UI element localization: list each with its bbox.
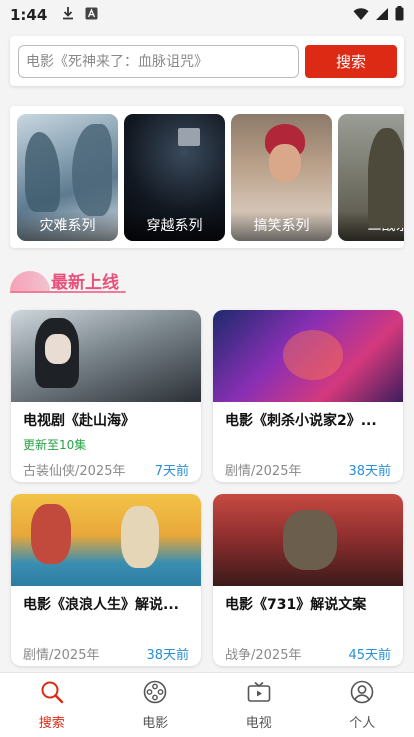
search-input[interactable]: [18, 45, 299, 78]
card-genre-year: 剧情/2025年: [225, 464, 302, 479]
nav-label: 搜索: [38, 715, 65, 731]
category-time-travel[interactable]: 穿越系列: [124, 114, 225, 241]
status-bar: 1:44: [0, 0, 414, 30]
nav-search[interactable]: 搜索: [0, 673, 104, 737]
card-genre-year: 战争/2025年: [225, 648, 302, 663]
category-label: 搞笑系列: [253, 218, 310, 234]
card-title: 电影《浪浪人生》解说...: [23, 597, 179, 613]
status-time: 1:44: [10, 6, 48, 24]
search-icon: [40, 680, 64, 708]
card-thumbnail: [11, 310, 201, 402]
card-thumbnail: [213, 310, 403, 402]
film-reel-icon: [143, 680, 167, 708]
card-thumbnail: [213, 494, 403, 586]
person-icon: [350, 680, 374, 708]
category-label: 二战系: [367, 218, 405, 234]
card-thumbnail: [11, 494, 201, 586]
nav-label: 电影: [142, 715, 169, 731]
card-time-ago: 7天前: [154, 464, 189, 479]
wifi-icon: [353, 6, 369, 25]
category-comedy[interactable]: 搞笑系列: [231, 114, 332, 241]
section-title: 最新上线: [51, 273, 119, 293]
nav-profile[interactable]: 个人: [311, 673, 414, 737]
signal-icon: [375, 6, 389, 25]
card-title: 电视剧《赴山海》: [23, 413, 135, 429]
nav-tv[interactable]: 电视: [207, 673, 311, 737]
card-genre-year: 古装仙侠/2025年: [23, 464, 126, 479]
category-carousel: 灾难系列 穿越系列 搞笑系列 二战系: [10, 106, 404, 248]
card-time-ago: 45天前: [348, 648, 391, 663]
app-notification-icon: [85, 7, 98, 24]
category-ww2[interactable]: 二战系: [338, 114, 404, 241]
category-label: 灾难系列: [39, 218, 96, 234]
bottom-navigation: 搜索 电影 电视 个人: [0, 672, 414, 737]
nav-movies[interactable]: 电影: [104, 673, 208, 737]
card-title: 电影《刺杀小说家2》...: [225, 413, 377, 429]
media-card[interactable]: 电影《731》解说文案 战争/2025年 45天前: [213, 494, 403, 666]
media-card[interactable]: 电影《浪浪人生》解说... 剧情/2025年 38天前: [11, 494, 201, 666]
nav-label: 个人: [349, 715, 376, 731]
card-time-ago: 38天前: [348, 464, 391, 479]
download-icon: [61, 6, 75, 24]
battery-icon: [395, 5, 404, 25]
section-underline: [10, 291, 126, 293]
media-card[interactable]: 电视剧《赴山海》 更新至10集 古装仙侠/2025年 7天前: [11, 310, 201, 482]
search-button[interactable]: 搜索: [305, 45, 397, 78]
category-disaster[interactable]: 灾难系列: [17, 114, 118, 241]
card-title: 电影《731》解说文案: [225, 597, 367, 613]
nav-label: 电视: [245, 715, 272, 731]
card-genre-year: 剧情/2025年: [23, 648, 100, 663]
section-header-latest: 最新上线: [10, 262, 210, 296]
app-screen: 1:44 搜索 灾难系列: [0, 0, 414, 737]
media-card[interactable]: 电影《刺杀小说家2》... 剧情/2025年 38天前: [213, 310, 403, 482]
tv-icon: [247, 680, 271, 708]
section-decoration: [10, 271, 50, 293]
card-time-ago: 38天前: [146, 648, 189, 663]
category-label: 穿越系列: [146, 218, 203, 234]
card-update-status: 更新至10集: [23, 438, 87, 452]
search-bar: 搜索: [10, 36, 404, 86]
